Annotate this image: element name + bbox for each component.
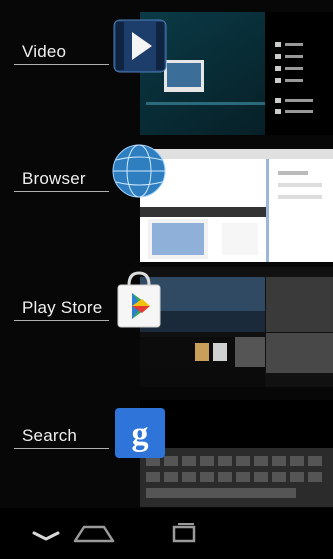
recent-app-browser[interactable]: Browser	[0, 137, 333, 263]
browser-thumbnail[interactable]	[140, 149, 333, 262]
video-icon	[112, 18, 168, 74]
recent-app-search[interactable]: g Search	[0, 388, 333, 508]
search-thumbnail-graphic	[140, 400, 333, 507]
app-label-search: Search	[22, 426, 78, 445]
navigation-bar	[0, 508, 333, 559]
home-icon	[73, 525, 115, 543]
video-thumbnail[interactable]	[140, 12, 333, 135]
back-icon	[32, 531, 60, 541]
play-store-thumbnail-graphic	[140, 267, 333, 387]
label-underline	[14, 191, 109, 192]
label-underline	[14, 64, 109, 65]
play-store-thumbnail[interactable]	[140, 267, 333, 387]
recent-app-play-store[interactable]: Play Store	[0, 263, 333, 388]
google-g-icon: g	[115, 408, 165, 458]
recent-apps-button[interactable]	[154, 519, 214, 549]
browser-thumbnail-graphic	[140, 149, 333, 262]
recent-apps-screen: Video Browser Play Store g Search	[0, 0, 333, 559]
search-thumbnail[interactable]	[140, 400, 333, 507]
label-underline	[14, 448, 109, 449]
app-label-browser: Browser	[22, 169, 86, 188]
app-label-play-store: Play Store	[22, 298, 103, 317]
label-underline	[14, 320, 109, 321]
globe-icon	[110, 142, 168, 200]
app-label-video: Video	[22, 42, 67, 61]
recent-apps-icon	[172, 523, 196, 543]
home-button[interactable]	[64, 519, 124, 549]
recent-app-video[interactable]: Video	[0, 0, 333, 137]
play-store-bag-icon	[112, 269, 166, 329]
google-g-letter: g	[132, 416, 149, 453]
video-thumbnail-graphic	[140, 12, 333, 135]
